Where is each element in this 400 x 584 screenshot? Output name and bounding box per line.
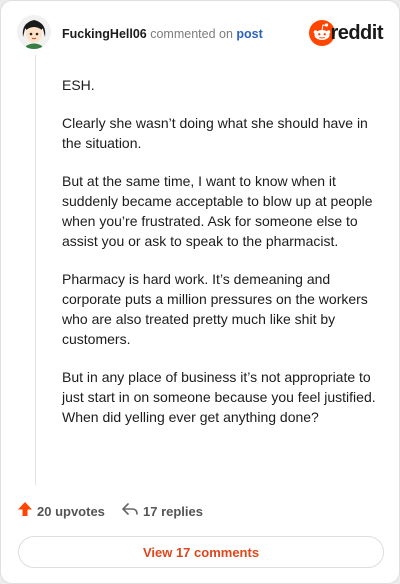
comment-body: ESH. Clearly she wasn’t doing what she s… — [62, 75, 380, 445]
post-link[interactable]: post — [236, 27, 262, 41]
username-link[interactable]: FuckingHell06 — [62, 27, 147, 41]
upvote-arrow-icon — [17, 501, 33, 522]
upvote-button[interactable]: 20 upvotes — [17, 501, 105, 521]
thread-line — [35, 55, 36, 485]
replies-count: 17 replies — [143, 503, 203, 519]
comment-header: FuckingHell06 commented on post reddit — [17, 15, 383, 51]
comment-actions: 20 upvotes 17 replies — [17, 501, 383, 521]
comment-paragraph: But at the same time, I want to know whe… — [62, 173, 373, 249]
reply-arrow-icon — [121, 501, 139, 522]
comment-card: FuckingHell06 commented on post reddit E… — [0, 0, 400, 584]
replies-button[interactable]: 17 replies — [121, 501, 203, 521]
reddit-brand[interactable]: reddit — [303, 20, 383, 46]
action-text: commented on — [150, 27, 233, 41]
comment-paragraph: But in any place of business it’s not ap… — [62, 369, 376, 425]
comment-paragraph: ESH. — [62, 77, 95, 93]
view-comments-button[interactable]: View 17 comments — [18, 536, 384, 568]
comment-paragraph: Clearly she wasn’t doing what she should… — [62, 115, 368, 151]
reddit-wordmark: reddit — [330, 22, 383, 44]
comment-paragraph: Pharmacy is hard work. It’s demeaning an… — [62, 271, 368, 347]
avatar[interactable] — [17, 15, 51, 49]
upvote-count: 20 upvotes — [37, 503, 105, 519]
comment-meta: FuckingHell06 commented on post — [62, 27, 263, 41]
